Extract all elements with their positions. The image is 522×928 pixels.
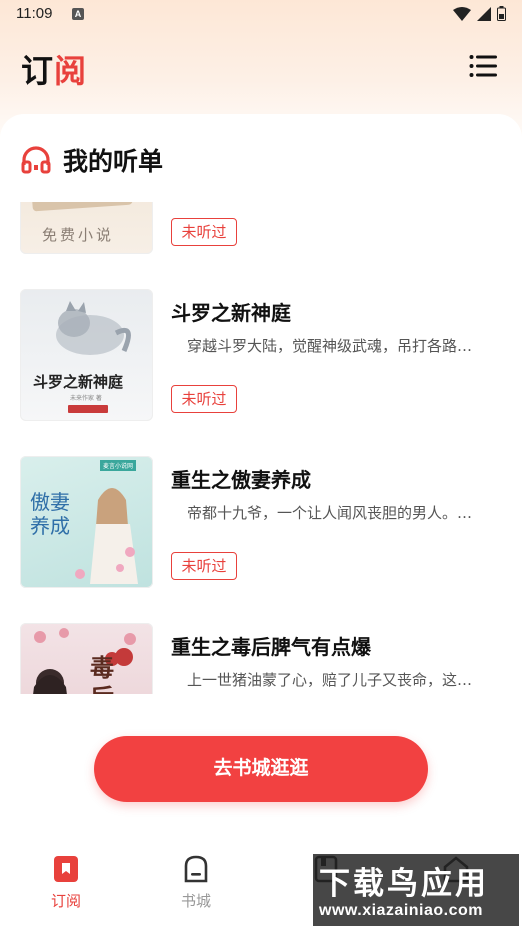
book-title: 重生之毒后脾气有点爆	[171, 635, 371, 659]
list-item[interactable]: 斗罗之新神庭 未来作家 著 斗罗之新神庭 穿越斗罗大陆，觉醒神级武魂，吊打各路……	[20, 289, 510, 421]
title-part-1: 订	[21, 52, 55, 90]
watermark-text: 下载鸟应用	[319, 866, 489, 902]
book-cover: 斗罗之新神庭 未来作家 著	[20, 289, 153, 421]
menu-button[interactable]	[469, 54, 497, 78]
nav-item-subscribe[interactable]: 订阅	[26, 854, 106, 914]
listen-list-card: 我的听单 免费小说 未听过 斗罗之新神庭 未来作家 著 斗罗之新神庭 穿越斗罗大…	[0, 114, 522, 834]
book-desc: 帝都十九爷，一个让人闻风丧胆的男人。…	[187, 504, 473, 522]
list-item[interactable]: 麦言小说网 傲妻养成 重生之傲妻养成 帝都十九爷，一个让人闻风丧胆的男人。… 未…	[20, 456, 510, 588]
page-title: 订阅	[21, 46, 87, 92]
title-part-2: 阅	[54, 52, 88, 90]
book-desc: 穿越斗罗大陆，觉醒神级武魂，吊打各路…	[187, 337, 473, 355]
book-cover: 毒后	[20, 623, 153, 694]
not-listened-badge: 未听过	[171, 218, 237, 246]
cover-logo	[68, 405, 108, 413]
nav-item-bookstore[interactable]: 书城	[156, 854, 236, 914]
cover-illustration	[56, 301, 131, 355]
cover-text: 免费小说	[42, 226, 115, 244]
section-title: 我的听单	[63, 147, 164, 176]
signal-icon	[477, 6, 491, 21]
book-title: 斗罗之新神庭	[171, 301, 291, 325]
book-cover: 免费小说	[20, 202, 153, 254]
not-listened-badge: 未听过	[171, 385, 237, 413]
watermark-url: www.xiazainiao.com	[319, 902, 484, 919]
list-item[interactable]: 毒后 重生之毒后脾气有点爆 上一世猪油蒙了心，赔了儿子又丧命，这…	[20, 623, 510, 694]
wifi-icon	[453, 6, 471, 21]
notification-icon: A	[72, 8, 84, 20]
headphones-icon	[21, 146, 51, 174]
watermark: 下载鸟应用 www.xiazainiao.com	[313, 854, 519, 926]
nav-label: 订阅	[50, 892, 81, 910]
cover-author: 未来作家 著	[70, 395, 102, 402]
cover-illustration	[75, 488, 138, 584]
battery-icon	[497, 6, 506, 21]
cover-illustration	[33, 628, 136, 694]
book-title: 重生之傲妻养成	[171, 468, 311, 492]
status-icons	[453, 6, 506, 21]
bookstore-icon	[184, 855, 208, 883]
book-cover: 麦言小说网 傲妻养成	[20, 456, 153, 588]
not-listened-badge: 未听过	[171, 552, 237, 580]
go-to-bookstore-button[interactable]: 去书城逛逛	[94, 736, 428, 802]
status-bar: 11:09 A	[0, 0, 522, 30]
bookmark-icon	[54, 856, 78, 882]
section-header: 我的听单	[21, 142, 163, 178]
book-desc: 上一世猪油蒙了心，赔了儿子又丧命，这…	[187, 671, 473, 689]
cover-text: 毒后	[90, 653, 114, 694]
cover-text: 斗罗之新神庭	[33, 373, 124, 391]
list-menu-icon	[469, 55, 497, 77]
list-item[interactable]: 免费小说 未听过	[20, 202, 510, 254]
nav-label: 书城	[180, 892, 211, 910]
status-time: 11:09	[16, 5, 53, 22]
book-list[interactable]: 免费小说 未听过 斗罗之新神庭 未来作家 著 斗罗之新神庭 穿越斗罗大陆，觉醒神…	[0, 202, 522, 694]
